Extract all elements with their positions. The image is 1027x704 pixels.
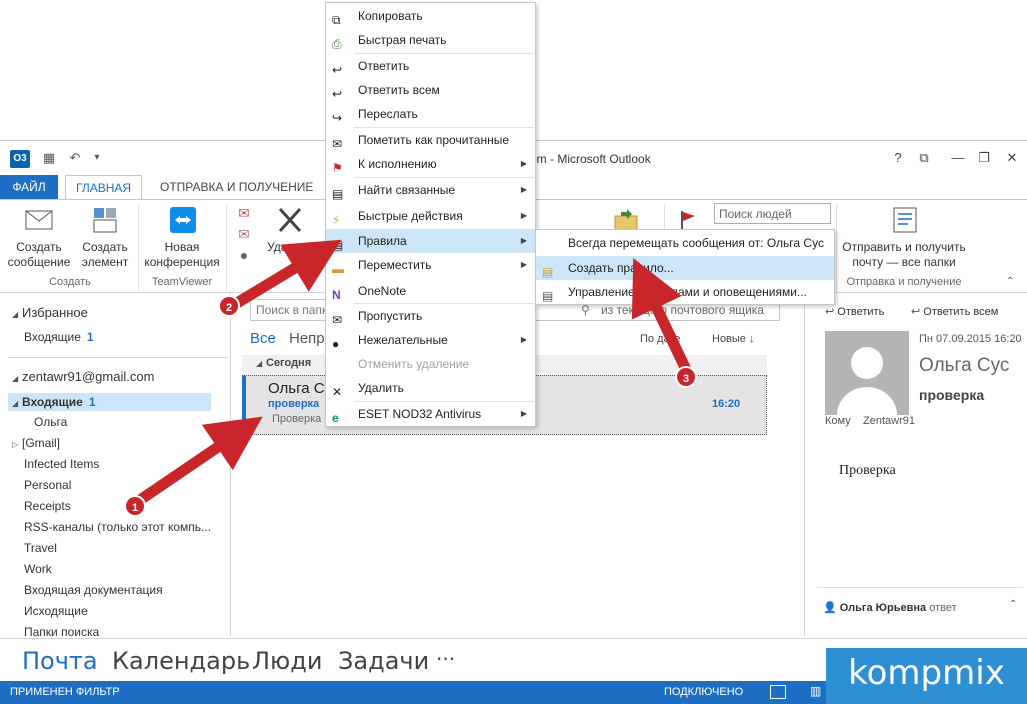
annotation-badge-1: 1 — [124, 495, 146, 517]
annotation-arrow-1 — [136, 416, 263, 505]
annotation-badge-2: 2 — [218, 295, 240, 317]
annotation-arrows — [136, 239, 693, 505]
annotation-arrow-2 — [229, 239, 342, 311]
kompmix-watermark: kompmix — [826, 648, 1027, 704]
annotation-badge-3: 3 — [675, 366, 697, 388]
annotation-arrow-3 — [631, 258, 693, 377]
